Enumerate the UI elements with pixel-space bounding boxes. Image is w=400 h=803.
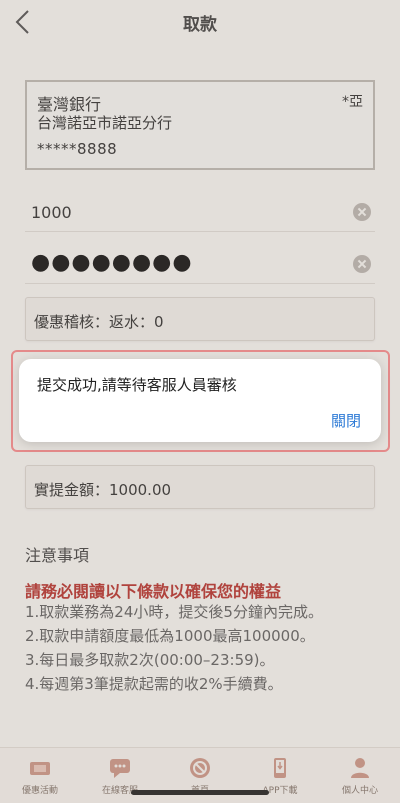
success-dialog: 提交成功,請等待客服人員審核 關閉: [19, 359, 381, 442]
dialog-close-button[interactable]: 關閉: [331, 410, 361, 431]
withdraw-page: 取款 臺灣銀行 *亞 台灣諾亞市諾亞分行 *****8888 ●●●●●●●● …: [0, 0, 400, 803]
dialog-message: 提交成功,請等待客服人員審核: [37, 376, 237, 394]
